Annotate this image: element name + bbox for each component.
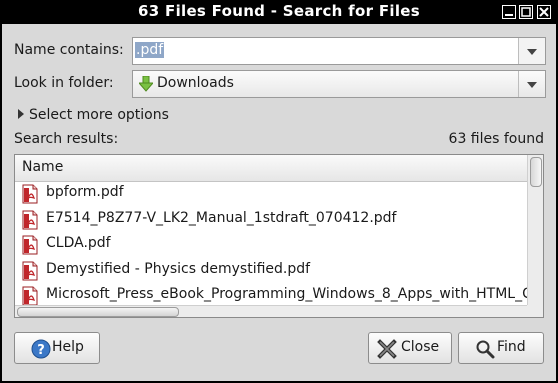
column-header-label: Name (22, 159, 64, 175)
chevron-down-icon (527, 49, 537, 55)
close-x-icon (377, 339, 397, 363)
file-name: bpform.pdf (46, 184, 124, 200)
help-icon: ? (31, 339, 51, 363)
name-contains-combo[interactable]: .pdf (132, 37, 546, 65)
scroll-corner (527, 305, 543, 317)
column-header-name[interactable]: Name (15, 155, 527, 182)
find-button[interactable]: Find (458, 332, 544, 364)
chevron-down-icon (527, 82, 537, 88)
name-contains-value: .pdf (135, 42, 165, 58)
search-window: 63 Files Found - Search for Files Name c… (0, 0, 558, 383)
pdf-file-icon (21, 286, 39, 305)
pdf-file-icon (21, 184, 39, 208)
search-results-label: Search results: (14, 131, 119, 147)
magnifier-icon (475, 339, 495, 363)
select-more-options-label: Select more options (29, 107, 169, 123)
help-button-label: Help (52, 339, 84, 355)
vertical-scroll-thumb[interactable] (530, 157, 542, 187)
help-button[interactable]: ? Help (14, 332, 100, 364)
svg-text:?: ? (37, 343, 45, 358)
search-results-list[interactable]: Name bpform.pdf E7514_P8Z77-V_LK2_Manual_… (14, 154, 544, 318)
folder-chooser-button[interactable]: Downloads (132, 70, 546, 98)
window-title: 63 Files Found - Search for Files (138, 2, 420, 20)
pdf-file-icon (21, 261, 39, 285)
list-item[interactable]: Microsoft_Press_eBook_Programming_Window… (15, 283, 527, 305)
folder-dropdown-arrow[interactable] (518, 71, 545, 97)
list-item[interactable]: E7514_P8Z77-V_LK2_Manual_1stdraft_070412… (15, 207, 527, 233)
pdf-file-icon (21, 210, 39, 234)
file-name: E7514_P8Z77-V_LK2_Manual_1stdraft_070412… (46, 209, 397, 226)
title-bar[interactable]: 63 Files Found - Search for Files (0, 0, 558, 24)
vertical-scrollbar[interactable] (527, 155, 543, 305)
name-contains-label: Name contains: (14, 42, 124, 58)
file-name: Demystified - Physics demystified.pdf (46, 260, 311, 277)
close-button-label: Close (401, 339, 440, 355)
folder-chooser-value: Downloads (157, 75, 234, 91)
name-contains-input[interactable]: .pdf (135, 42, 165, 58)
close-window-icon[interactable] (537, 5, 551, 19)
pdf-file-icon (21, 235, 39, 259)
downloads-arrow-icon (137, 75, 155, 96)
results-rows: bpform.pdf E7514_P8Z77-V_LK2_Manual_1stdr… (15, 181, 527, 305)
horizontal-scrollbar[interactable] (15, 305, 527, 317)
dialog-body: Name contains: .pdf Look in folder: Down… (2, 24, 556, 381)
list-item[interactable]: Demystified - Physics demystified.pdf (15, 258, 527, 284)
list-item[interactable]: bpform.pdf (15, 181, 527, 207)
chevron-right-icon (18, 109, 24, 119)
horizontal-scroll-thumb[interactable] (17, 307, 179, 317)
find-button-label: Find (497, 339, 526, 355)
file-name: CLDA.pdf (46, 235, 111, 251)
maximize-icon[interactable] (519, 5, 533, 19)
name-history-dropdown-button[interactable] (518, 38, 545, 64)
close-button[interactable]: Close (368, 332, 452, 364)
look-in-folder-label: Look in folder: (14, 75, 114, 91)
minimize-icon[interactable] (502, 5, 516, 19)
select-more-options-expander[interactable]: Select more options (18, 107, 169, 123)
list-item[interactable]: CLDA.pdf (15, 232, 527, 258)
file-name: Microsoft_Press_eBook_Programming_Window… (46, 286, 527, 302)
files-found-count: 63 files found (448, 131, 544, 147)
